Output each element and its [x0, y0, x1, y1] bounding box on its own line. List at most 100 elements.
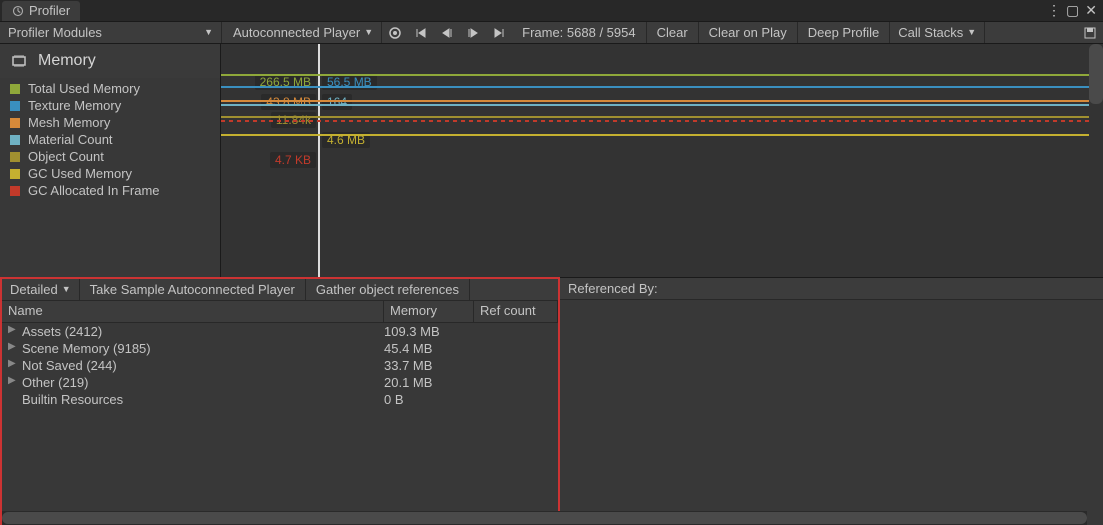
prev-frame-button[interactable] [434, 22, 460, 43]
row-name: Builtin Resources [18, 392, 384, 407]
profiler-tab[interactable]: Profiler [2, 1, 80, 21]
module-header[interactable]: Memory [0, 44, 220, 78]
chart-label: 164 [322, 94, 352, 110]
legend-item[interactable]: Texture Memory [0, 97, 220, 114]
legend-swatch [10, 101, 20, 111]
chart-series-line [221, 86, 1089, 88]
profiler-modules-dropdown[interactable]: Profiler Modules ▼ [0, 22, 222, 43]
row-name: Assets (2412) [18, 324, 384, 339]
table-row[interactable]: ▶Not Saved (244)33.7 MB [2, 357, 558, 374]
clear-button[interactable]: Clear [647, 22, 699, 43]
chart-series-line [221, 116, 1089, 118]
module-title: Memory [38, 52, 96, 70]
legend-item[interactable]: GC Used Memory [0, 165, 220, 182]
row-memory: 109.3 MB [384, 324, 474, 339]
legend: Total Used Memory Texture Memory Mesh Memo… [0, 78, 220, 201]
legend-item[interactable]: Mesh Memory [0, 114, 220, 131]
legend-item[interactable]: GC Allocated In Frame [0, 182, 220, 199]
chevron-down-icon: ▼ [967, 28, 976, 37]
row-memory: 33.7 MB [384, 358, 474, 373]
legend-swatch [10, 84, 20, 94]
save-button[interactable] [1077, 22, 1103, 43]
chart-series-line [221, 74, 1089, 76]
table-row[interactable]: Builtin Resources0 B [2, 391, 558, 408]
chevron-down-icon: ▼ [204, 28, 213, 37]
chart-area[interactable]: 266.5 MB43.8 MB11.84k4.7 KB56.5 MB1644.6… [221, 44, 1103, 277]
vertical-scrollbar[interactable] [1089, 44, 1103, 104]
titlebar: Profiler ⋮ ▢ ✕ [0, 0, 1103, 22]
legend-swatch [10, 135, 20, 145]
chart-series-line [221, 134, 1089, 136]
expand-icon[interactable]: ▶ [8, 324, 18, 339]
detail-right: Referenced By: [560, 277, 1103, 525]
skip-start-icon [415, 27, 427, 39]
close-icon[interactable]: ✕ [1085, 2, 1097, 19]
step-back-icon [441, 27, 453, 39]
frame-indicator: Frame: 5688 / 5954 [512, 22, 646, 43]
memory-icon [10, 52, 28, 70]
column-headers: Name Memory Ref count [2, 301, 558, 323]
col-memory[interactable]: Memory [384, 301, 474, 322]
legend-label: Texture Memory [28, 98, 121, 113]
chevron-down-icon: ▼ [364, 28, 373, 37]
horizontal-scrollbar[interactable] [2, 511, 1087, 525]
col-refcount[interactable]: Ref count [474, 301, 558, 322]
legend-swatch [10, 152, 20, 162]
next-frame-button[interactable] [460, 22, 486, 43]
step-forward-icon [467, 27, 479, 39]
gather-refs-button[interactable]: Gather object references [306, 279, 470, 300]
chart-series-line [221, 100, 1089, 102]
expand-icon [8, 392, 18, 407]
clear-on-play-button[interactable]: Clear on Play [699, 22, 798, 43]
record-icon [388, 26, 402, 40]
expand-icon[interactable]: ▶ [8, 358, 18, 373]
profiler-icon [12, 5, 24, 17]
first-frame-button[interactable] [408, 22, 434, 43]
table-row[interactable]: ▶Other (219)20.1 MB [2, 374, 558, 391]
col-name[interactable]: Name [2, 301, 384, 322]
legend-label: Total Used Memory [28, 81, 140, 96]
save-icon [1083, 26, 1097, 40]
legend-label: Object Count [28, 149, 104, 164]
detail-mode-dropdown[interactable]: Detailed ▼ [2, 279, 80, 300]
chart-label: 4.7 KB [270, 152, 316, 168]
last-frame-button[interactable] [486, 22, 512, 43]
record-button[interactable] [382, 22, 408, 43]
legend-label: Mesh Memory [28, 115, 110, 130]
expand-icon[interactable]: ▶ [8, 375, 18, 390]
current-frame-line [318, 44, 320, 277]
legend-label: GC Used Memory [28, 166, 132, 181]
menu-icon[interactable]: ⋮ [1047, 2, 1060, 19]
detail-pane: Detailed ▼ Take Sample Autoconnected Pla… [0, 277, 1103, 525]
row-name: Not Saved (244) [18, 358, 384, 373]
chart-series-line [221, 120, 1089, 122]
row-name: Other (219) [18, 375, 384, 390]
detail-left: Detailed ▼ Take Sample Autoconnected Pla… [0, 277, 560, 525]
expand-icon[interactable]: ▶ [8, 341, 18, 356]
take-sample-button[interactable]: Take Sample Autoconnected Player [80, 279, 306, 300]
table-row[interactable]: ▶Assets (2412)109.3 MB [2, 323, 558, 340]
row-memory: 45.4 MB [384, 341, 474, 356]
legend-label: GC Allocated In Frame [28, 183, 160, 198]
row-memory: 20.1 MB [384, 375, 474, 390]
window-controls: ⋮ ▢ ✕ [1047, 2, 1103, 19]
detail-toolbar: Detailed ▼ Take Sample Autoconnected Pla… [2, 279, 558, 301]
row-name: Scene Memory (9185) [18, 341, 384, 356]
main-content: Memory Total Used Memory Texture Memory Me… [0, 44, 1103, 277]
chevron-down-icon: ▼ [62, 285, 71, 294]
referenced-by-header: Referenced By: [560, 278, 1103, 300]
row-memory: 0 B [384, 392, 474, 407]
call-stacks-dropdown[interactable]: Call Stacks ▼ [890, 22, 985, 43]
module-sidebar: Memory Total Used Memory Texture Memory Me… [0, 44, 221, 277]
deep-profile-button[interactable]: Deep Profile [798, 22, 891, 43]
maximize-icon[interactable]: ▢ [1066, 2, 1079, 19]
legend-item[interactable]: Material Count [0, 131, 220, 148]
target-dropdown[interactable]: Autoconnected Player ▼ [225, 22, 382, 43]
legend-item[interactable]: Object Count [0, 148, 220, 165]
table-row[interactable]: ▶Scene Memory (9185)45.4 MB [2, 340, 558, 357]
tab-title: Profiler [29, 3, 70, 18]
legend-item[interactable]: Total Used Memory [0, 80, 220, 97]
skip-end-icon [493, 27, 505, 39]
memory-tree[interactable]: ▶Assets (2412)109.3 MB▶Scene Memory (918… [2, 323, 558, 523]
legend-swatch [10, 169, 20, 179]
